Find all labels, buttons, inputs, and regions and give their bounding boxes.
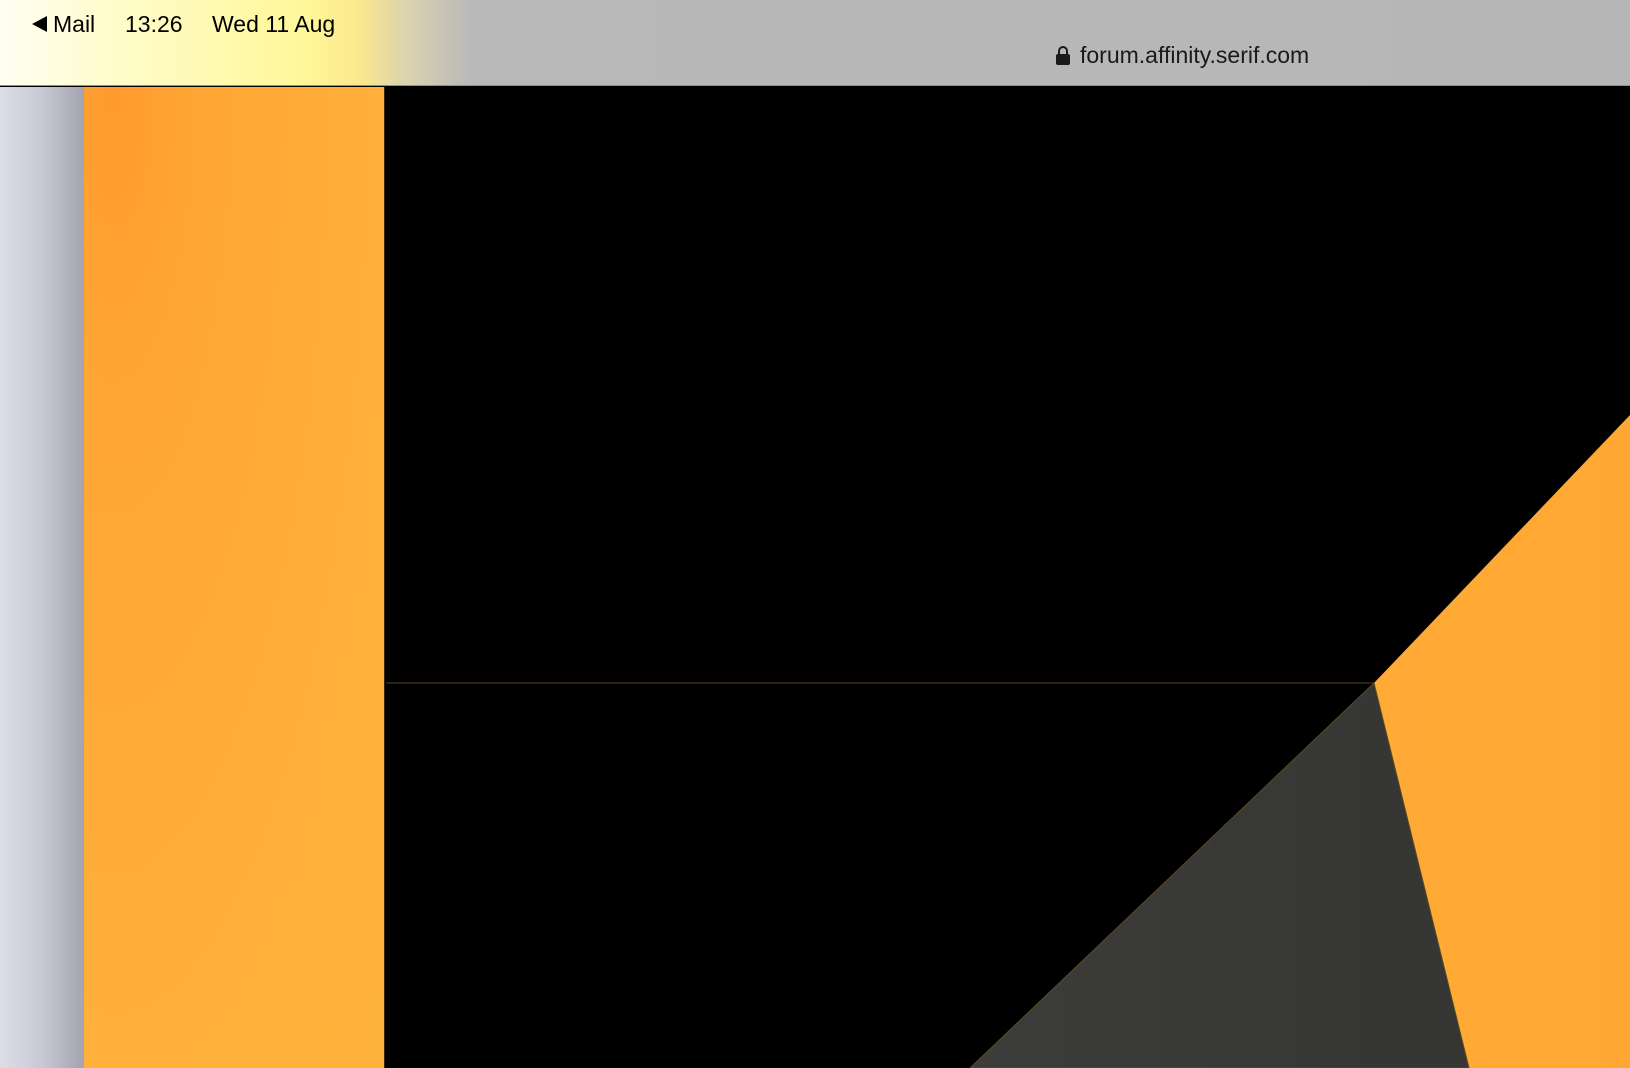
address-bar[interactable]: forum.affinity.serif.com bbox=[1056, 40, 1309, 70]
back-arrow-icon bbox=[32, 16, 47, 32]
status-bar: Mail 13:26 Wed 11 Aug forum.affinity.ser… bbox=[0, 0, 1630, 86]
status-time: 13:26 bbox=[125, 11, 183, 37]
artwork-canvas bbox=[386, 87, 1630, 1068]
artwork-shapes bbox=[386, 415, 1630, 1068]
orange-panel bbox=[84, 87, 385, 1068]
back-to-mail-button[interactable]: Mail bbox=[32, 9, 95, 39]
left-edge-strip bbox=[0, 87, 84, 1068]
back-label: Mail bbox=[53, 10, 96, 37]
lock-icon bbox=[1056, 46, 1070, 65]
status-date: Wed 11 Aug bbox=[212, 11, 336, 37]
url-text: forum.affinity.serif.com bbox=[1080, 41, 1310, 68]
